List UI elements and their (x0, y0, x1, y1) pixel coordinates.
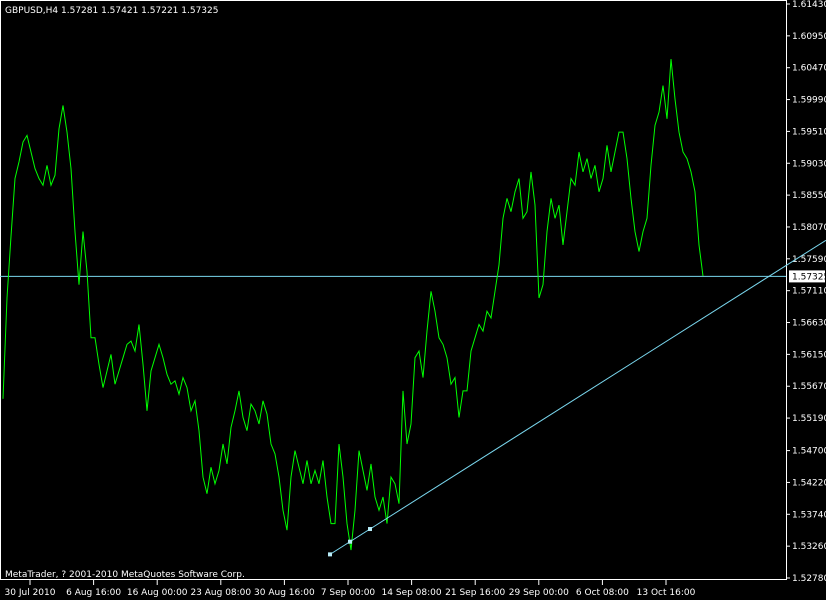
y-tick-label: 1.56630 (792, 319, 826, 329)
y-tick-label: 1.59990 (792, 96, 826, 106)
copyright-text: MetaTrader, ? 2001-2010 MetaQuotes Softw… (5, 570, 245, 580)
x-tick-label: 16 Aug 00:00 (127, 588, 188, 598)
y-tick-label: 1.54220 (792, 478, 826, 488)
chart-canvas[interactable]: GBPUSD,H4 1.57281 1.57421 1.57221 1.5732… (0, 0, 826, 600)
y-tick-label: 1.53260 (792, 542, 826, 552)
x-tick-label: 6 Aug 16:00 (66, 588, 121, 598)
y-tick-label: 1.57110 (792, 287, 826, 297)
y-tick-label: 1.60470 (792, 64, 826, 74)
x-tick-label: 13 Oct 16:00 (637, 588, 696, 598)
trend-anchor-point[interactable] (328, 552, 332, 557)
x-tick-label: 7 Sep 00:00 (321, 588, 376, 598)
y-tick-label: 1.59510 (792, 127, 826, 137)
chart-title: GBPUSD,H4 1.57281 1.57421 1.57221 1.5732… (5, 6, 218, 16)
y-tick-label: 1.61430 (792, 0, 826, 10)
x-tick-label: 30 Jul 2010 (5, 588, 56, 598)
y-tick-label: 1.52780 (792, 574, 826, 584)
x-tick-label: 23 Aug 08:00 (190, 588, 251, 598)
y-tick-label: 1.54700 (792, 447, 826, 457)
x-tick-label: 29 Sep 00:00 (509, 588, 569, 598)
current-price-marker: 1.57325 (789, 270, 826, 283)
current-price-label: 1.57325 (792, 272, 826, 282)
x-tick-label: 14 Sep 08:00 (382, 588, 442, 598)
y-tick-label: 1.55190 (792, 414, 826, 424)
chart-background (0, 0, 826, 600)
y-tick-label: 1.59030 (792, 159, 826, 169)
x-tick-label: 6 Oct 08:00 (576, 588, 629, 598)
y-tick-label: 1.57590 (792, 255, 826, 265)
y-tick-label: 1.58070 (792, 223, 826, 233)
y-tick-label: 1.60950 (792, 32, 826, 42)
x-tick-label: 30 Aug 16:00 (254, 588, 315, 598)
trend-anchor-point[interactable] (368, 527, 372, 532)
y-tick-label: 1.53740 (792, 510, 826, 520)
y-tick-label: 1.58550 (792, 191, 826, 201)
x-tick-label: 21 Sep 16:00 (445, 588, 505, 598)
trend-anchor-point[interactable] (348, 539, 352, 544)
y-tick-label: 1.55670 (792, 382, 826, 392)
y-tick-label: 1.56150 (792, 350, 826, 360)
